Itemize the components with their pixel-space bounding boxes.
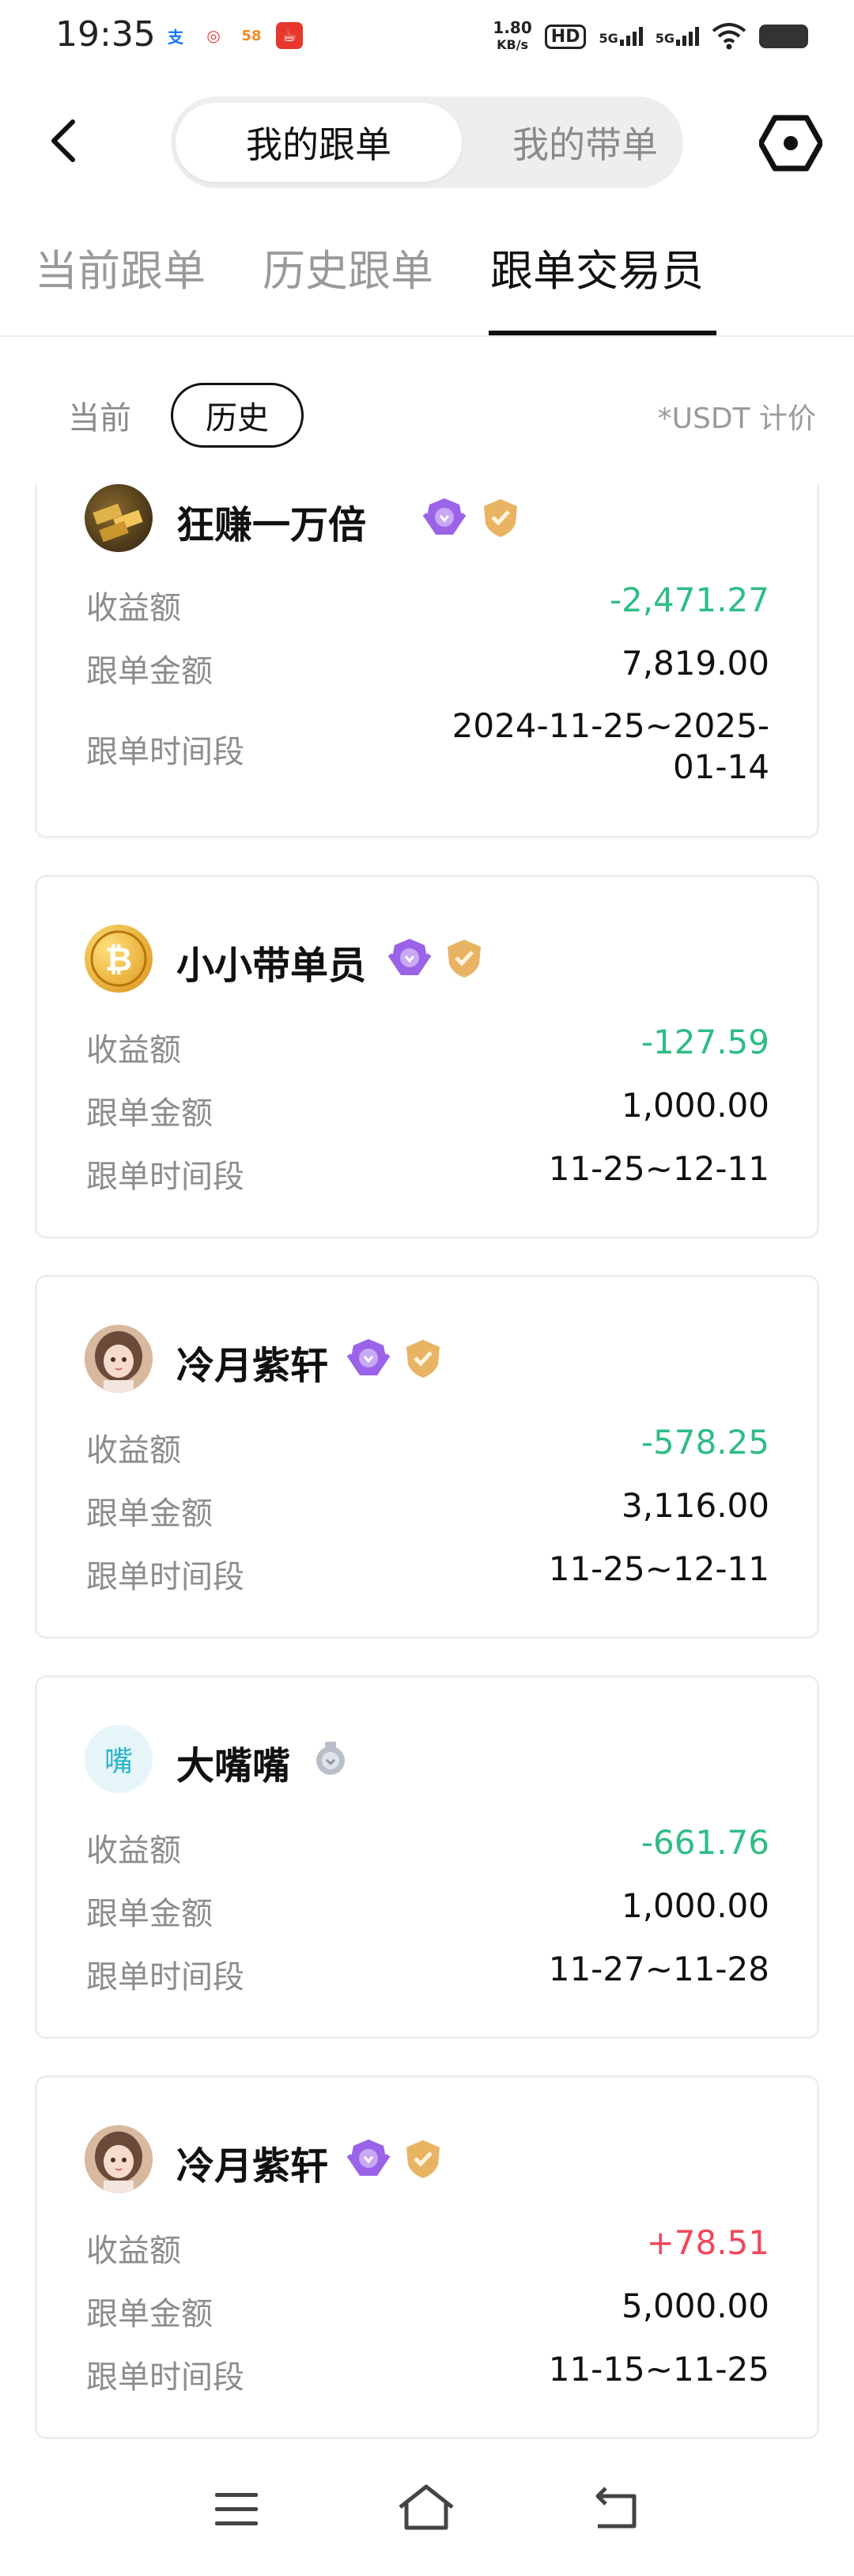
net-speed: 1.80 KB/s xyxy=(493,18,532,52)
trader-name: 冷月紫轩 xyxy=(176,2144,329,2188)
amount-label: 跟单金额 xyxy=(86,2296,213,2332)
app-red-icon: ☕ xyxy=(276,22,303,49)
profit-label: 收益额 xyxy=(86,1833,181,1869)
period-label: 跟单时间段 xyxy=(86,734,244,770)
tab-current-follow[interactable]: 当前跟单 xyxy=(35,236,206,298)
profit-value: -127.59 xyxy=(640,1023,769,1061)
purple-medal-icon xyxy=(422,498,467,535)
period-value: 11-27~11-28 xyxy=(548,1950,769,1988)
app-58-icon: 58 xyxy=(241,27,262,44)
gold-shield-icon xyxy=(448,940,481,978)
profit-value: -2,471.27 xyxy=(609,581,769,619)
gold-shield-icon xyxy=(484,499,517,537)
period-value: 11-25~12-11 xyxy=(548,1149,769,1188)
tab-history-follow[interactable]: 历史跟单 xyxy=(263,236,433,298)
purple-medal-icon xyxy=(346,1339,391,1375)
status-time: 19:35 xyxy=(55,14,156,55)
period-value: 2024-11-25~2025- 01-14 xyxy=(452,706,769,786)
period-label: 跟单时间段 xyxy=(86,2359,244,2396)
amount-value: 1,000.00 xyxy=(621,1086,769,1125)
alipay-icon: 支 xyxy=(168,27,183,47)
period-label: 跟单时间段 xyxy=(86,1559,244,1595)
amount-value: 7,819.00 xyxy=(621,644,769,683)
profit-label: 收益额 xyxy=(86,590,181,626)
battery-icon xyxy=(759,25,808,48)
avatar-girl xyxy=(85,2125,153,2193)
trader-card[interactable]: 狂赚一万倍 收益额 -2,471.27 跟单金额 7,819.00 跟单时间段 … xyxy=(35,484,819,838)
trader-card[interactable]: 嘴 大嘴嘴 收益额 -661.76 跟单金额 1,000.00 跟单时间段 11… xyxy=(35,1675,819,2039)
filter-current[interactable]: 当前 xyxy=(68,392,131,438)
tab-follow-traders[interactable]: 跟单交易员 xyxy=(490,236,704,298)
main-tabs: 当前跟单 历史跟单 跟单交易员 xyxy=(0,223,854,337)
back-nav-icon[interactable] xyxy=(591,2485,642,2529)
back-arrow-icon[interactable] xyxy=(46,117,81,165)
avatar-bitcoin: ₿ xyxy=(85,925,153,993)
gold-shield-icon xyxy=(406,2140,440,2178)
filter-history[interactable]: 历史 xyxy=(171,383,304,448)
avatar-girl xyxy=(85,1325,153,1393)
hd-icon: HD xyxy=(544,24,587,49)
amount-value: 1,000.00 xyxy=(621,1886,769,1925)
status-indicators: 1.80 KB/s HD 5G 5G xyxy=(493,19,808,54)
period-label: 跟单时间段 xyxy=(86,1159,244,1195)
trader-card[interactable]: 冷月紫轩 收益额 +78.51 跟单金额 5,000.00 跟单时间段 11-1… xyxy=(35,2075,819,2439)
trader-name: 大嘴嘴 xyxy=(176,1744,291,1788)
signal-icon: 5G xyxy=(599,27,643,46)
profit-value: -578.25 xyxy=(640,1423,769,1462)
trader-card[interactable]: 冷月紫轩 收益额 -578.25 跟单金额 3,116.00 跟单时间段 11-… xyxy=(35,1275,819,1639)
profit-value: -661.76 xyxy=(640,1823,769,1862)
amount-label: 跟单金额 xyxy=(86,1496,213,1532)
menu-icon[interactable] xyxy=(214,2490,259,2529)
purple-medal-icon xyxy=(346,2139,391,2176)
gold-shield-icon xyxy=(406,1340,440,1378)
trader-name: 冷月紫轩 xyxy=(176,1344,329,1388)
amount-value: 5,000.00 xyxy=(621,2287,769,2325)
amount-label: 跟单金额 xyxy=(86,1896,213,1932)
svg-text:₿: ₿ xyxy=(105,940,132,978)
wifi-icon xyxy=(712,23,746,50)
avatar-gold-bars xyxy=(85,484,153,552)
profit-label: 收益额 xyxy=(86,1432,181,1469)
follow-segment-control: 我的跟单 我的带单 xyxy=(171,96,683,188)
period-value: 11-15~11-25 xyxy=(548,2350,769,2389)
purple-medal-icon xyxy=(387,939,432,975)
profit-label: 收益额 xyxy=(86,2233,181,2269)
amount-value: 3,116.00 xyxy=(621,1486,769,1525)
amount-label: 跟单金额 xyxy=(86,653,213,690)
trader-card[interactable]: ₿ 小小带单员 收益额 -127.59 跟单金额 1,000.00 跟单时间段 … xyxy=(35,875,819,1239)
trader-name: 狂赚一万倍 xyxy=(176,503,367,547)
profit-value: +78.51 xyxy=(646,2223,769,2262)
home-icon[interactable] xyxy=(397,2483,455,2531)
amount-label: 跟单金额 xyxy=(86,1095,213,1132)
status-app-icons: 支 ◎ 58 ☕ xyxy=(162,22,303,49)
silver-medal-icon xyxy=(316,1742,345,1775)
active-tab-indicator xyxy=(489,331,716,335)
trader-name: 小小带单员 xyxy=(176,944,367,988)
avatar-text: 嘴 xyxy=(85,1725,153,1793)
period-label: 跟单时间段 xyxy=(86,1959,244,1995)
status-bar: 19:35 支 ◎ 58 ☕ 1.80 KB/s HD 5G 5G xyxy=(0,0,854,79)
segment-my-follow[interactable]: 我的跟单 xyxy=(176,103,462,182)
settings-hex-icon[interactable] xyxy=(759,115,822,172)
segment-my-lead[interactable]: 我的带单 xyxy=(487,103,683,182)
unit-note: *USDT 计价 xyxy=(657,403,816,435)
profit-label: 收益额 xyxy=(86,1032,181,1069)
weibo-icon: ◎ xyxy=(206,26,221,45)
signal-icon-2: 5G xyxy=(656,27,699,46)
period-value: 11-25~12-11 xyxy=(548,1549,769,1588)
